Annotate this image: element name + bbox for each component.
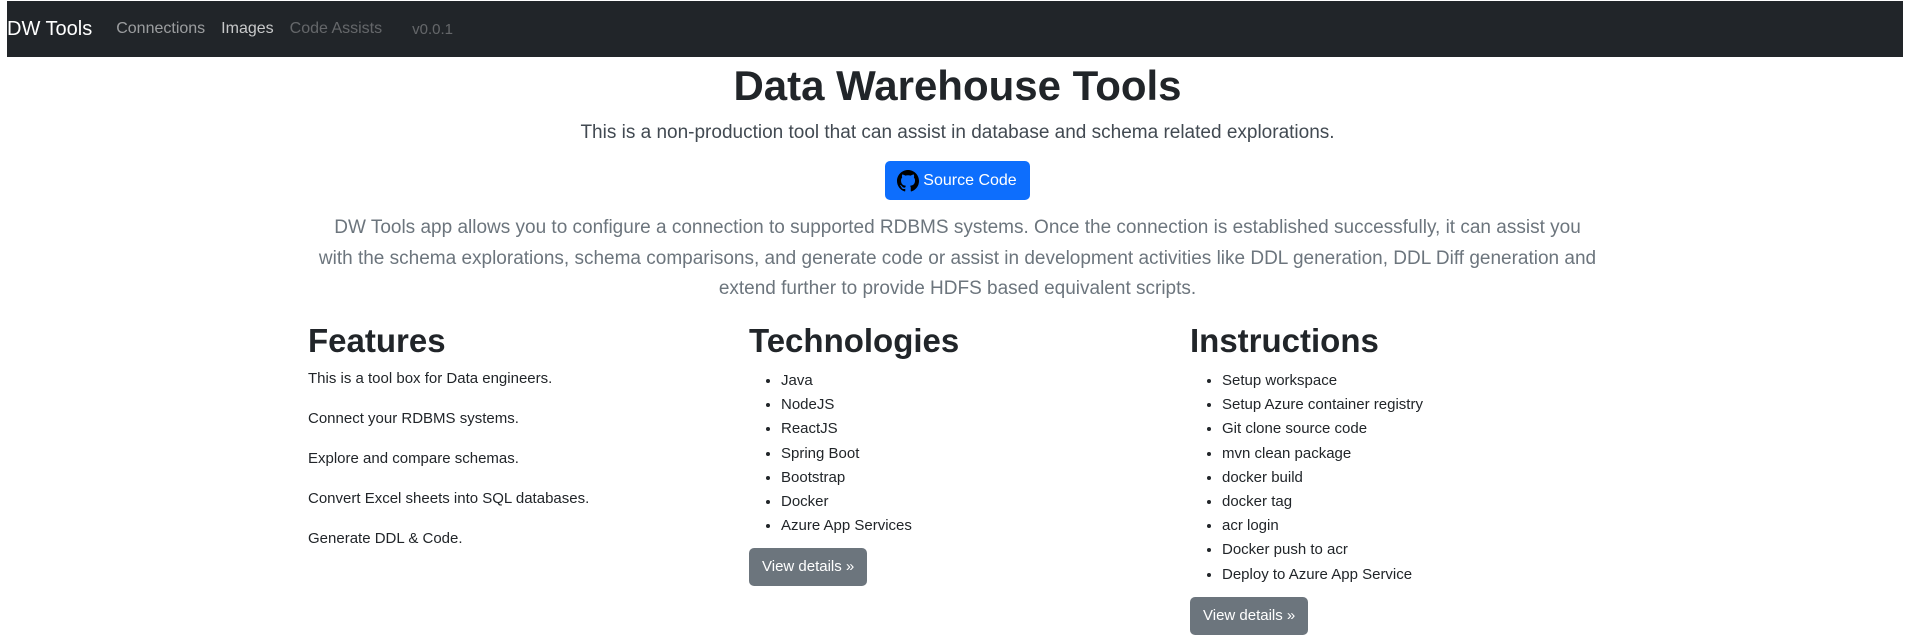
technologies-list: Java NodeJS ReactJS Spring Boot Bootstra… xyxy=(749,369,1169,538)
technologies-view-details-button[interactable]: View details » xyxy=(749,548,868,587)
list-item: Docker xyxy=(781,490,1169,514)
instructions-view-details-button[interactable]: View details » xyxy=(1190,596,1309,635)
instructions-list: Setup workspace Setup Azure container re… xyxy=(1190,369,1610,587)
feature-item: Convert Excel sheets into SQL databases. xyxy=(308,490,590,507)
technologies-heading: Technologies xyxy=(749,322,960,359)
page-title: Data Warehouse Tools xyxy=(733,62,1182,109)
list-item: Docker push to acr xyxy=(1222,538,1610,562)
technologies-column: Technologies Java NodeJS ReactJS Spring … xyxy=(749,320,1169,587)
list-item: Azure App Services xyxy=(781,514,1169,538)
list-item: Git clone source code xyxy=(1222,417,1610,441)
list-item: Spring Boot xyxy=(781,442,1169,466)
hero-section: Data Warehouse Tools This is a non-produ… xyxy=(0,57,1915,305)
list-item: acr login xyxy=(1222,514,1610,538)
github-icon xyxy=(897,169,920,191)
nav-link-connections[interactable]: Connections xyxy=(116,20,205,38)
list-item: NodeJS xyxy=(781,393,1169,417)
version-label: v0.0.1 xyxy=(412,20,453,38)
hero-description: DW Tools app allows you to configure a c… xyxy=(318,217,1597,299)
nav-link-code-assists[interactable]: Code Assists xyxy=(290,20,382,38)
source-code-label: Source Code xyxy=(923,171,1017,189)
nav-link-images[interactable]: Images xyxy=(221,20,273,38)
list-item: ReactJS xyxy=(781,417,1169,441)
features-column: Features This is a tool box for Data eng… xyxy=(308,320,728,549)
list-item: Java xyxy=(781,369,1169,393)
feature-item: Connect your RDBMS systems. xyxy=(308,410,519,427)
list-item: Setup workspace xyxy=(1222,369,1610,393)
list-item: docker tag xyxy=(1222,490,1610,514)
list-item: Deploy to Azure App Service xyxy=(1222,563,1610,587)
list-item: Setup Azure container registry xyxy=(1222,393,1610,417)
feature-item: Explore and compare schemas. xyxy=(308,450,519,467)
instructions-column: Instructions Setup workspace Setup Azure… xyxy=(1190,320,1610,635)
feature-item: Generate DDL & Code. xyxy=(308,530,463,547)
top-navbar: DW Tools Connections Images Code Assists… xyxy=(7,1,1903,57)
instructions-heading: Instructions xyxy=(1190,322,1379,359)
list-item: Bootstrap xyxy=(781,466,1169,490)
hero-lead: This is a non-production tool that can a… xyxy=(580,122,1335,143)
feature-item: This is a tool box for Data engineers. xyxy=(308,370,553,387)
source-code-button[interactable]: Source Code xyxy=(885,161,1030,200)
navbar-brand[interactable]: DW Tools xyxy=(7,18,92,41)
features-heading: Features xyxy=(308,322,446,359)
list-item: docker build xyxy=(1222,466,1610,490)
list-item: mvn clean package xyxy=(1222,442,1610,466)
